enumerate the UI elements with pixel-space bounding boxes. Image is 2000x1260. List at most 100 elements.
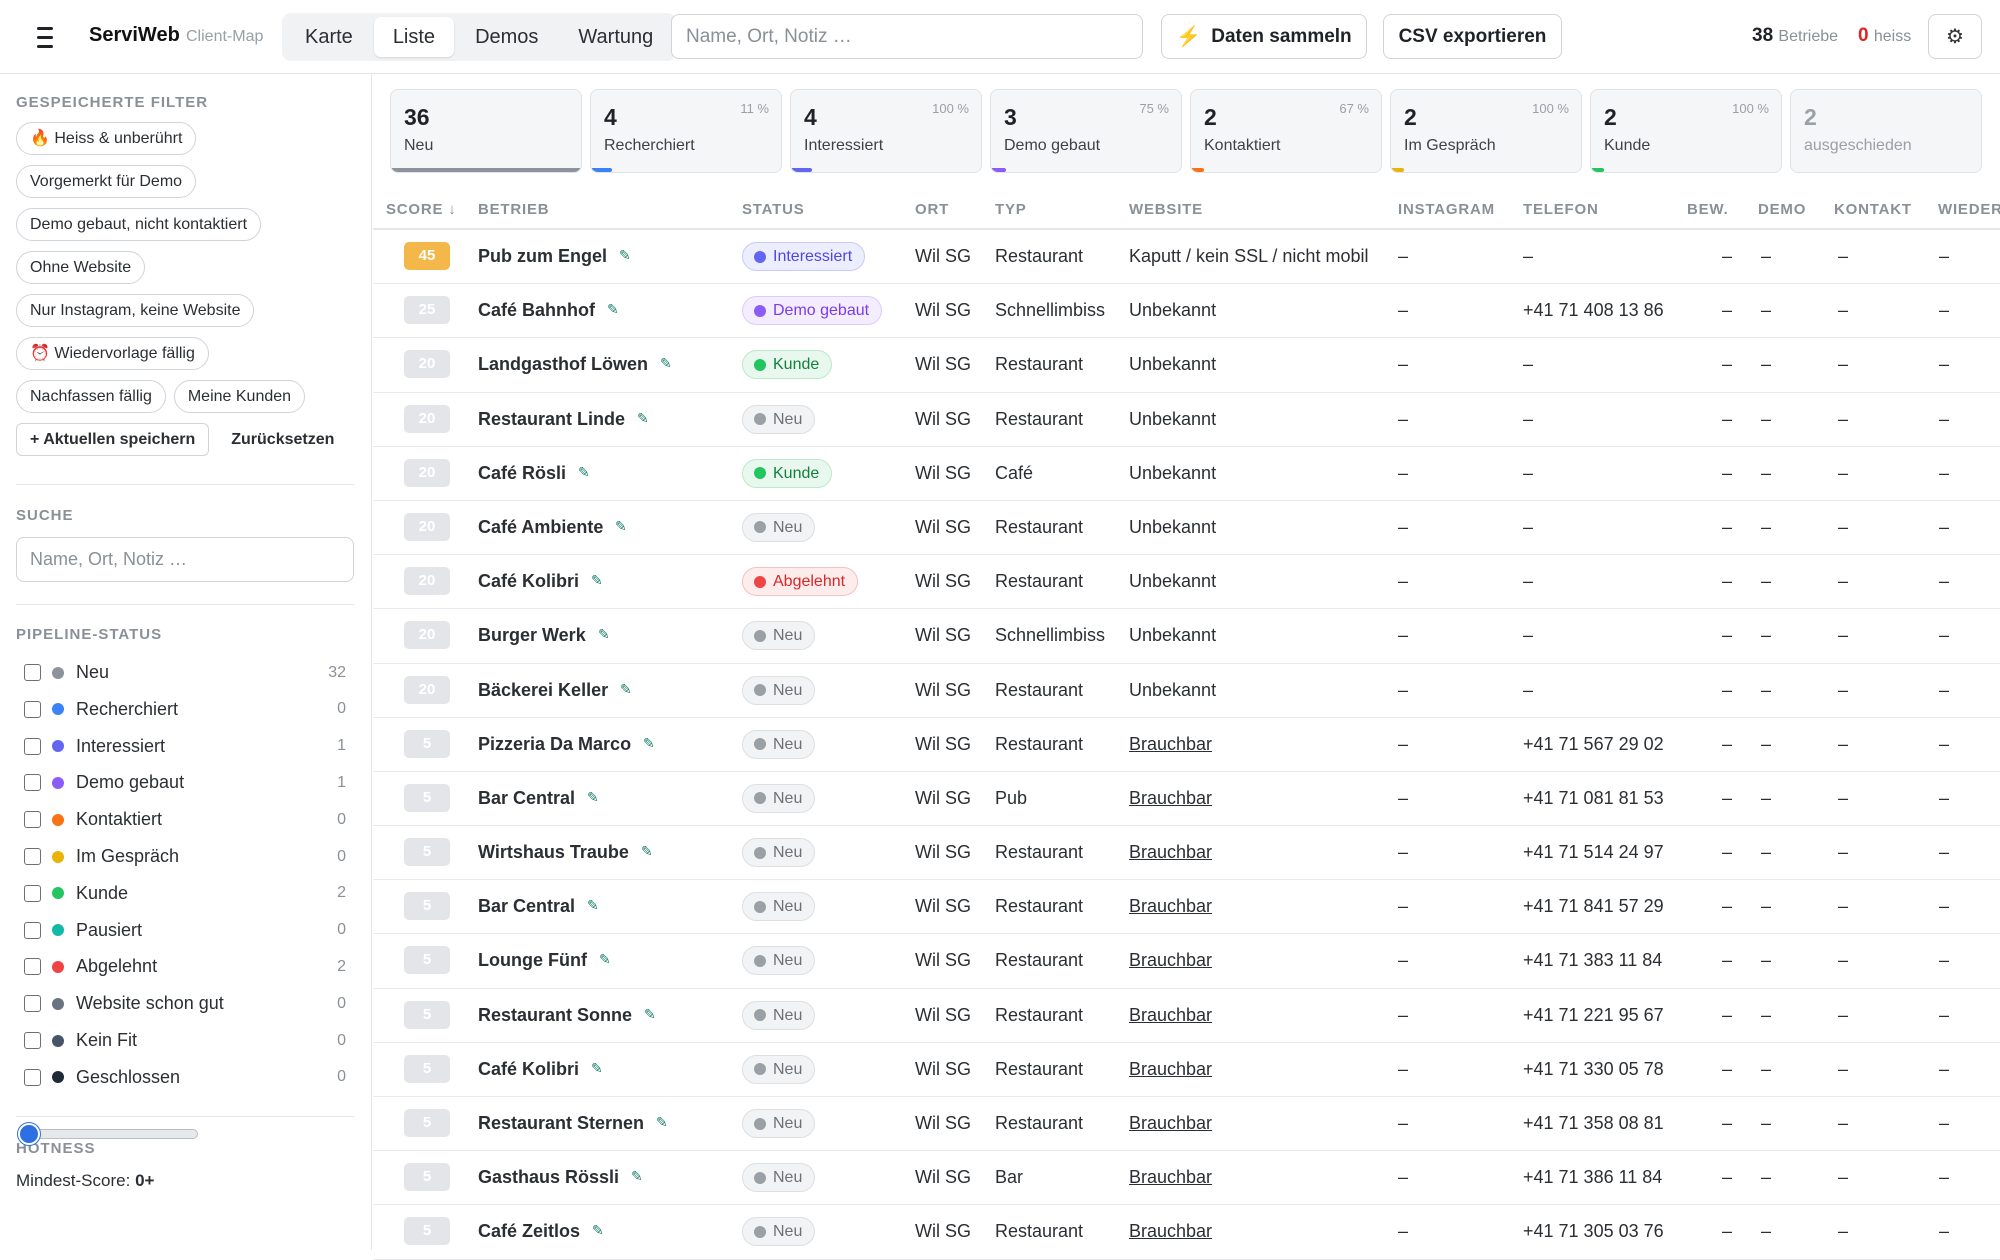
tab-wartung[interactable]: Wartung xyxy=(559,17,672,57)
col-betrieb-header[interactable]: BETRIEB xyxy=(478,201,549,218)
pipeline-item[interactable]: Im Gespräch 0 xyxy=(24,838,346,875)
business-name[interactable]: Bar Central xyxy=(478,896,575,917)
checkbox[interactable] xyxy=(24,700,41,718)
checkbox[interactable] xyxy=(24,921,41,939)
status-badge[interactable]: Neu xyxy=(742,512,816,542)
business-name[interactable]: Lounge Fünf xyxy=(478,950,587,971)
edit-icon[interactable]: ✎ xyxy=(619,247,631,264)
table-row[interactable]: 20 Restaurant Linde ✎ Neu Wil SG Restaurant Un… xyxy=(373,393,2000,447)
filter-chip-meine-kunden[interactable]: Meine Kunden xyxy=(173,380,306,413)
business-name[interactable]: Café Kolibri xyxy=(478,1059,579,1080)
status-badge[interactable]: Neu xyxy=(742,838,816,868)
pipeline-item[interactable]: Interessiert 1 xyxy=(24,728,346,765)
pipeline-item[interactable]: Kein Fit 0 xyxy=(24,1022,346,1059)
min-score-slider[interactable] xyxy=(18,1123,198,1145)
tab-liste[interactable]: Liste xyxy=(373,17,455,57)
col-score-header[interactable]: SCORE ↓ xyxy=(386,201,457,218)
business-name[interactable]: Bäckerei Keller xyxy=(478,680,608,701)
filter-chip-wiedervorlage[interactable]: ⏰ Wiedervorlage fällig xyxy=(16,337,209,370)
business-name[interactable]: Café Bahnhof xyxy=(478,300,595,321)
business-name[interactable]: Restaurant Sternen xyxy=(478,1113,644,1134)
table-row[interactable]: 20 Bäckerei Keller ✎ Neu Wil SG Restaurant Unb… xyxy=(373,664,2000,718)
col-ort-header[interactable]: ORT xyxy=(915,201,949,218)
status-badge[interactable]: Kunde xyxy=(742,350,833,380)
col-telefon-header[interactable]: TELEFON xyxy=(1523,201,1599,218)
table-row[interactable]: 20 Burger Werk ✎ Neu Wil SG Schnellimbiss Unbe… xyxy=(373,609,2000,664)
business-name[interactable]: Wirtshaus Traube xyxy=(478,842,629,863)
filter-chip-demo-gebaut[interactable]: Demo gebaut, nicht kontaktiert xyxy=(16,208,262,241)
checkbox[interactable] xyxy=(24,884,41,902)
status-badge[interactable]: Neu xyxy=(742,675,816,705)
business-name[interactable]: Café Rösli xyxy=(478,463,566,484)
website-cell[interactable]: Brauchbar xyxy=(1129,1005,1212,1026)
status-badge[interactable]: Neu xyxy=(742,1054,816,1084)
checkbox[interactable] xyxy=(24,664,41,681)
business-name[interactable]: Burger Werk xyxy=(478,625,586,646)
status-card[interactable]: 4 Interessiert 100 % xyxy=(790,89,982,173)
status-badge[interactable]: Kunde xyxy=(742,458,833,488)
col-typ-header[interactable]: TYP xyxy=(995,201,1027,218)
status-badge[interactable]: Neu xyxy=(742,1163,816,1193)
reset-filter-button[interactable]: Zurücksetzen xyxy=(217,423,348,456)
checkbox[interactable] xyxy=(24,848,41,865)
slider-handle[interactable] xyxy=(18,1123,40,1145)
col-status-header[interactable]: STATUS xyxy=(742,201,805,218)
business-name[interactable]: Pub zum Engel xyxy=(478,246,607,267)
website-cell[interactable]: Brauchbar xyxy=(1129,1167,1212,1188)
website-cell[interactable]: Brauchbar xyxy=(1129,842,1212,863)
pipeline-item[interactable]: Website schon gut 0 xyxy=(24,985,346,1022)
status-badge[interactable]: Neu xyxy=(742,1000,816,1030)
edit-icon[interactable]: ✎ xyxy=(598,626,610,643)
website-cell[interactable]: Brauchbar xyxy=(1129,1221,1212,1242)
pipeline-item[interactable]: Kunde 2 xyxy=(24,875,346,912)
status-badge[interactable]: Demo gebaut xyxy=(742,296,883,326)
status-badge[interactable]: Neu xyxy=(742,892,816,922)
business-name[interactable]: Café Kolibri xyxy=(478,571,579,592)
status-card[interactable]: 2 ausgeschieden xyxy=(1790,89,1982,173)
filter-chip-ohne-website[interactable]: Ohne Website xyxy=(16,251,146,284)
business-name[interactable]: Pizzeria Da Marco xyxy=(478,734,631,755)
checkbox[interactable] xyxy=(24,774,41,792)
col-instagram-header[interactable]: INSTAGRAM xyxy=(1398,201,1495,218)
website-cell[interactable]: Brauchbar xyxy=(1129,788,1212,809)
table-row[interactable]: 5 Café Kolibri ✎ Neu Wil SG Restaurant Brauchb… xyxy=(373,1043,2000,1097)
checkbox[interactable] xyxy=(24,958,41,976)
table-row[interactable]: 5 Gasthaus Rössli ✎ Neu Wil SG Bar Brauchbar – +… xyxy=(373,1151,2000,1206)
business-name[interactable]: Gasthaus Rössli xyxy=(478,1167,619,1188)
edit-icon[interactable]: ✎ xyxy=(641,843,653,860)
filter-chip-nur-instagram[interactable]: Nur Instagram, keine Website xyxy=(16,294,255,327)
website-cell[interactable]: Brauchbar xyxy=(1129,1113,1212,1134)
business-name[interactable]: Café Ambiente xyxy=(478,517,603,538)
table-row[interactable]: 20 Café Ambiente ✎ Neu Wil SG Restaurant Unbek… xyxy=(373,501,2000,556)
table-row[interactable]: 5 Wirtshaus Traube ✎ Neu Wil SG Restaurant Bra… xyxy=(373,826,2000,881)
pipeline-item[interactable]: Pausiert 0 xyxy=(24,912,346,949)
status-badge[interactable]: Neu xyxy=(742,783,816,813)
edit-icon[interactable]: ✎ xyxy=(615,518,627,535)
edit-icon[interactable]: ✎ xyxy=(631,1168,643,1185)
csv-export-button[interactable]: CSV exportieren xyxy=(1383,14,1562,59)
table-row[interactable]: 20 Café Rösli ✎ Kunde Wil SG Café Unbekannt – – –… xyxy=(373,447,2000,501)
table-row[interactable]: 5 Pizzeria Da Marco ✎ Neu Wil SG Restaurant Br… xyxy=(373,718,2000,772)
edit-icon[interactable]: ✎ xyxy=(656,1114,668,1131)
website-cell[interactable]: Brauchbar xyxy=(1129,896,1212,917)
edit-icon[interactable]: ✎ xyxy=(644,1006,656,1023)
pipeline-item[interactable]: Geschlossen 0 xyxy=(24,1059,346,1096)
table-row[interactable]: 5 Café Zeitlos ✎ Neu Wil SG Restaurant Brauchb… xyxy=(373,1205,2000,1260)
pipeline-item[interactable]: Demo gebaut 1 xyxy=(24,764,346,801)
edit-icon[interactable]: ✎ xyxy=(599,951,611,968)
col-wieder-header[interactable]: WIEDER xyxy=(1938,201,2000,218)
table-row[interactable]: 45 Pub zum Engel ✎ Interessiert Wil SG Restau… xyxy=(373,230,2000,285)
menu-icon[interactable] xyxy=(30,22,60,52)
business-name[interactable]: Landgasthof Löwen xyxy=(478,354,648,375)
filter-chip-demo-vorgemerkt[interactable]: Vorgemerkt für Demo xyxy=(16,165,197,198)
website-cell[interactable]: Brauchbar xyxy=(1129,950,1212,971)
website-cell[interactable]: Brauchbar xyxy=(1129,1059,1212,1080)
status-badge[interactable]: Neu xyxy=(742,946,816,976)
edit-icon[interactable]: ✎ xyxy=(587,789,599,806)
checkbox[interactable] xyxy=(24,1068,41,1086)
edit-icon[interactable]: ✎ xyxy=(620,681,632,698)
pipeline-item[interactable]: Abgelehnt 2 xyxy=(24,948,346,985)
save-filter-button[interactable]: + Aktuellen speichern xyxy=(16,423,210,456)
edit-icon[interactable]: ✎ xyxy=(592,1222,604,1239)
checkbox[interactable] xyxy=(24,995,41,1013)
